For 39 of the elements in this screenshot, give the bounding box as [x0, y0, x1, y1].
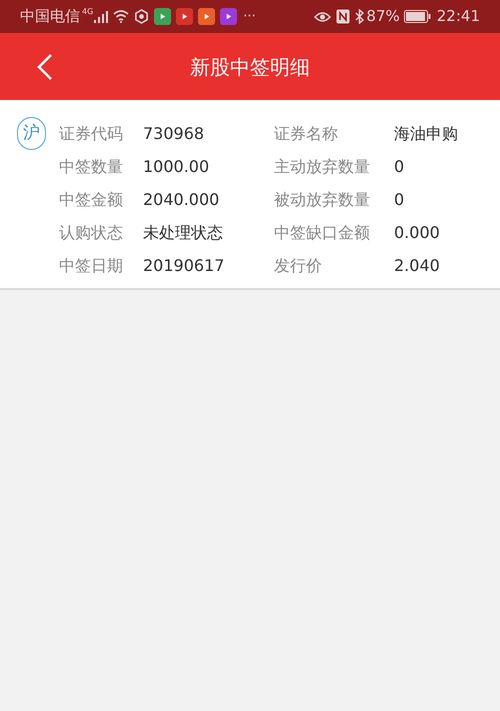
wifi-icon: [113, 10, 130, 23]
field-label: 中签日期: [59, 254, 124, 276]
bluetooth-icon: [355, 9, 364, 24]
market-badge: 沪: [17, 117, 46, 150]
field-value: 0: [394, 188, 404, 210]
field-value: 20190617: [143, 254, 224, 276]
battery-percent: 87%: [366, 6, 400, 28]
field-label: 发行价: [274, 254, 323, 276]
back-icon: [37, 52, 53, 80]
field-label: 证券名称: [274, 122, 339, 144]
page-title: 新股中签明细: [190, 54, 310, 80]
field-label: 中签金额: [59, 188, 124, 210]
field-label: 中签数量: [59, 156, 124, 178]
field-value: 0.000: [394, 222, 440, 244]
field-label: 认购状态: [59, 222, 124, 244]
field-value: 海油申购: [394, 122, 458, 144]
network-type: 4G: [82, 6, 94, 18]
field-label: 被动放弃数量: [274, 188, 371, 210]
field-value: 2.040: [394, 254, 440, 276]
field-value: 未处理状态: [143, 222, 223, 244]
app-icon: [220, 8, 238, 25]
app-icon: [176, 8, 194, 25]
field-label: 主动放弃数量: [274, 156, 371, 178]
app-icon: [198, 8, 216, 25]
field-value: 1000.00: [143, 156, 210, 178]
carrier-name: 中国电信: [20, 6, 80, 28]
signal-icon: [94, 10, 108, 22]
eye-icon: [314, 10, 332, 22]
field-label: 中签缺口金额: [274, 222, 371, 244]
app-icon: [154, 8, 172, 25]
field-value: 0: [394, 156, 404, 178]
field-label: 证券代码: [59, 122, 124, 144]
field-value: 730968: [143, 122, 204, 144]
field-value: 2040.000: [143, 188, 220, 210]
clock-time: 22:41: [436, 6, 480, 28]
nfc-icon: [336, 9, 350, 24]
shield-icon: [134, 9, 150, 24]
battery-icon: [404, 10, 431, 23]
more-notifications: ···: [243, 8, 256, 26]
